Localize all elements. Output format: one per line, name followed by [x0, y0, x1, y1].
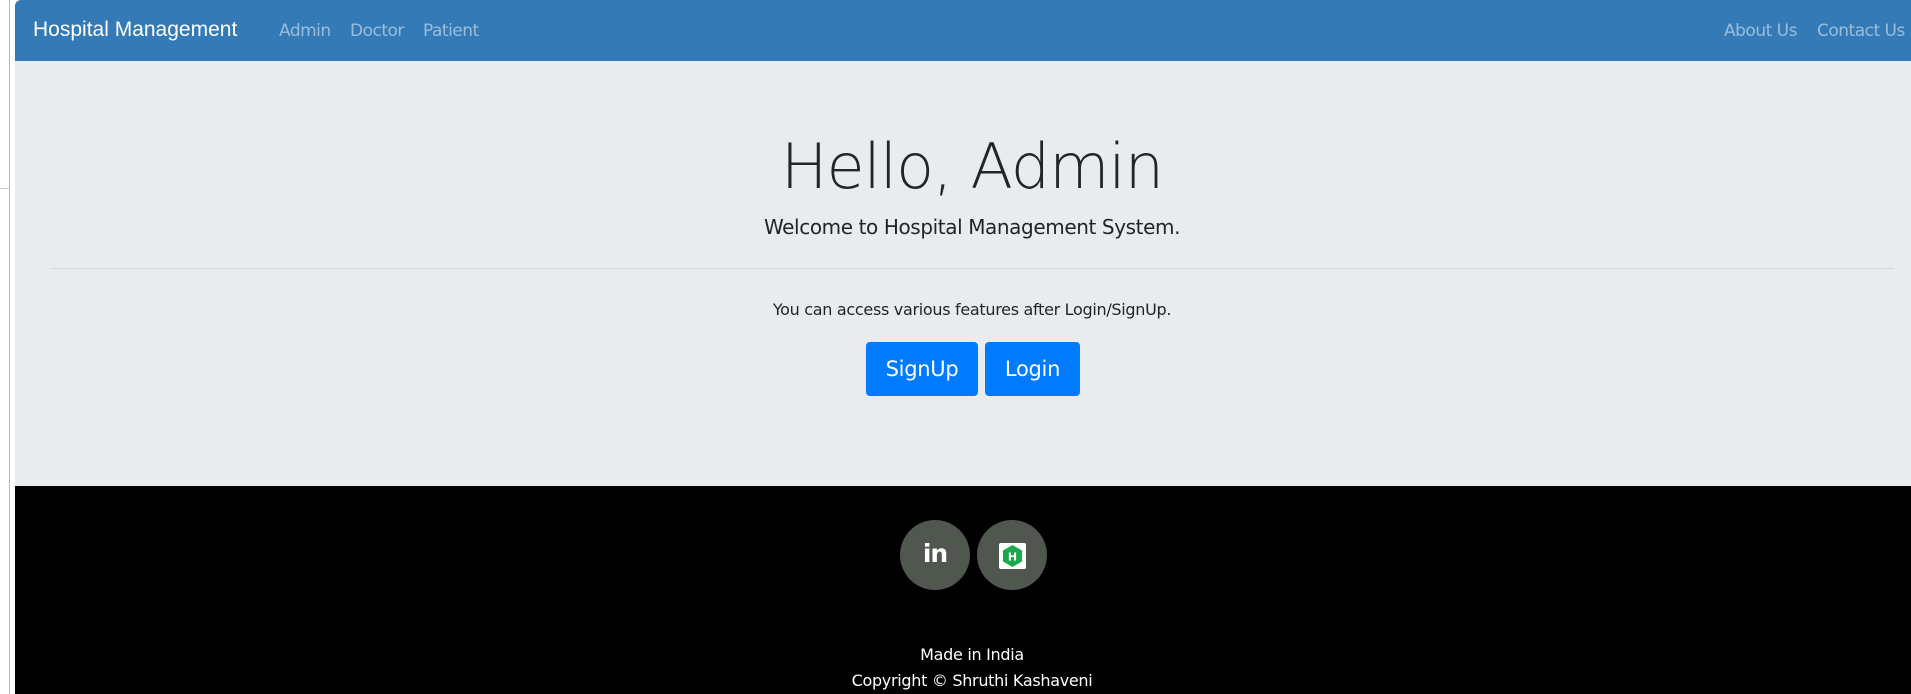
- hackerrank-letter: H: [1008, 551, 1017, 564]
- hackerrank-icon: H: [999, 543, 1026, 569]
- hero-lead: Welcome to Hospital Management System.: [763, 215, 1181, 239]
- nav-link-patient[interactable]: Patient: [423, 20, 479, 42]
- nav-link-about-us[interactable]: About Us: [1724, 20, 1797, 42]
- window-left-edge: [0, 0, 10, 694]
- nav-link-contact-us[interactable]: Contact Us: [1817, 20, 1905, 42]
- footer-made-in: Made in India: [920, 645, 1024, 664]
- login-button[interactable]: Login: [985, 342, 1080, 396]
- window-edge-mark: [0, 188, 10, 189]
- jumbotron: Hello, Admin Welcome to Hospital Managem…: [15, 61, 1911, 486]
- hackerrank-link[interactable]: H: [977, 520, 1047, 590]
- nav-link-admin[interactable]: Admin: [279, 20, 331, 42]
- navbar-brand[interactable]: Hospital Management: [33, 17, 237, 42]
- hero-title: Hello, Admin: [780, 130, 1164, 203]
- navbar: Hospital Management Admin Doctor Patient…: [15, 0, 1911, 61]
- linkedin-icon: in: [922, 539, 948, 568]
- footer: in H Made in India Copyright © Shruthi K…: [15, 486, 1911, 694]
- linkedin-link[interactable]: in: [900, 520, 970, 590]
- hero-text: You can access various features after Lo…: [772, 300, 1172, 319]
- hackerrank-hexagon-icon: H: [1003, 545, 1022, 567]
- hero-divider: [52, 268, 1894, 269]
- signup-button[interactable]: SignUp: [866, 342, 978, 396]
- page: Hospital Management Admin Doctor Patient…: [15, 0, 1911, 694]
- footer-copyright: Copyright © Shruthi Kashaveni: [851, 671, 1093, 690]
- nav-link-doctor[interactable]: Doctor: [350, 20, 404, 42]
